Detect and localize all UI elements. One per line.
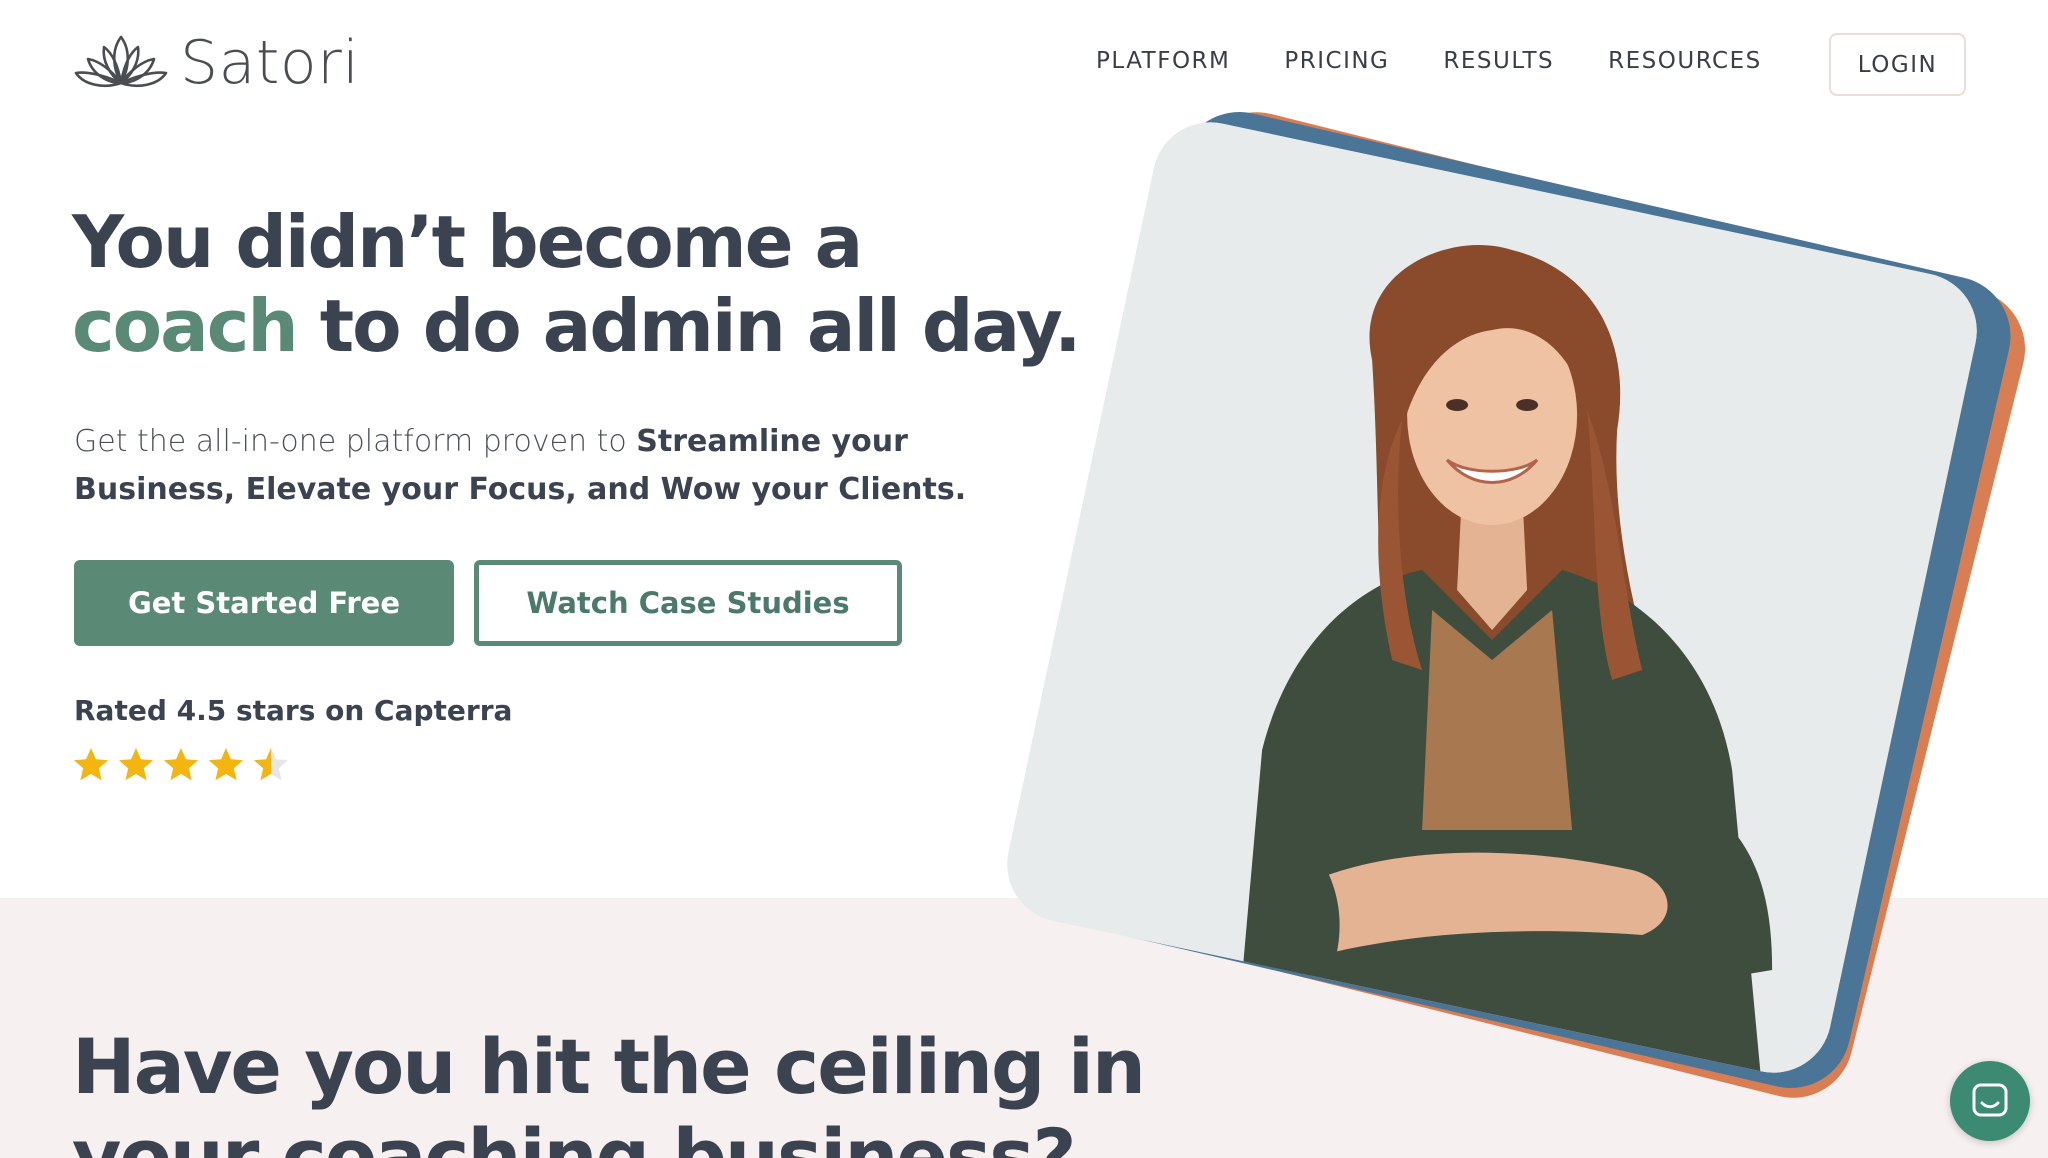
nav-item-results[interactable]: RESULTS [1443,48,1554,74]
star-icon [117,746,155,784]
watch-case-studies-button[interactable]: Watch Case Studies [474,560,902,646]
nav-item-resources[interactable]: RESOURCES [1608,48,1762,74]
hero-subtext: Get the all-in-one platform proven to St… [74,418,974,514]
rating-label: Rated 4.5 stars on Capterra [74,694,513,727]
headline-line1: You didn’t become a [72,200,863,284]
main-nav: PLATFORM PRICING RESULTS RESOURCES [1096,48,1762,74]
section-heading: Have you hit the ceiling in your coachin… [72,1022,1146,1158]
star-icon [207,746,245,784]
chat-icon [1972,1083,2008,1117]
hero-photo [996,111,1988,1084]
brand-name: Satori [180,28,360,98]
hero-headline: You didn’t become a coach to do admin al… [72,200,1092,368]
nav-item-pricing[interactable]: PRICING [1284,48,1389,74]
star-icon [72,746,110,784]
get-started-button[interactable]: Get Started Free [74,560,454,646]
headline-accent: coach [72,284,299,368]
chat-launcher[interactable] [1950,1061,2030,1141]
login-button[interactable]: LOGIN [1829,33,1966,96]
lotus-icon [74,35,168,87]
woman-portrait-illustration [996,111,1988,1084]
star-rating [72,746,290,784]
star-icon [162,746,200,784]
star-icon [252,746,290,784]
brand-logo[interactable]: Satori [72,28,360,98]
headline-rest: to do admin all day. [296,284,1082,368]
nav-item-platform[interactable]: PLATFORM [1096,48,1230,74]
subtext-plain: Get the all-in-one platform proven to [74,424,637,459]
